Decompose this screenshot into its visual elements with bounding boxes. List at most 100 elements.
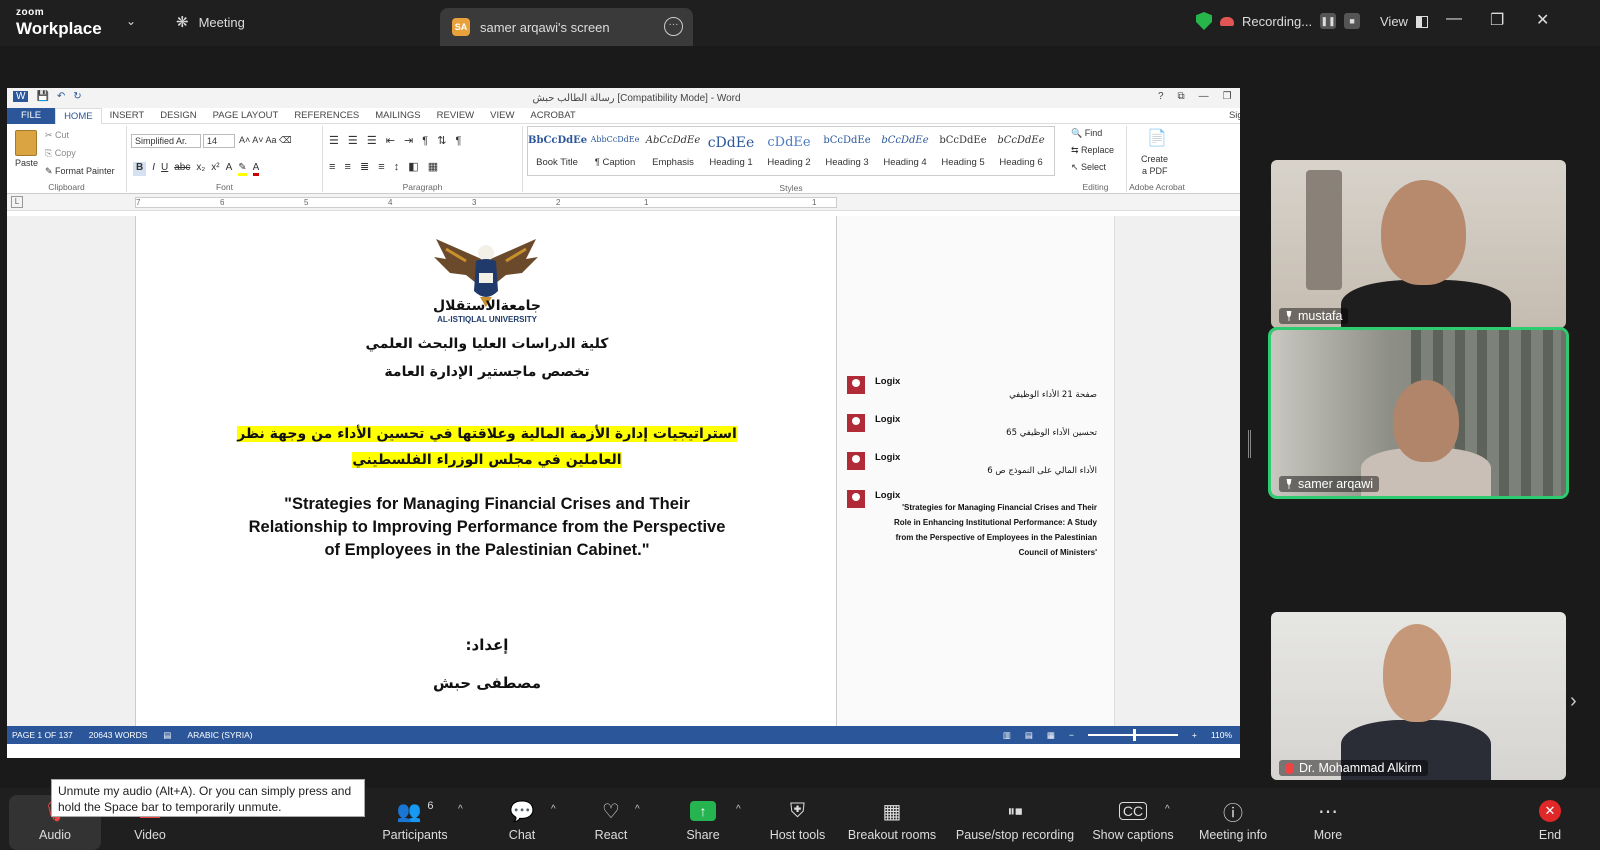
chevron-down-icon[interactable]: ⌄ [126, 14, 136, 28]
end-button[interactable]: ✕ End [1520, 798, 1580, 842]
comment-item[interactable]: Logix الأداء المالي على النموذج ص 6 [847, 452, 1107, 482]
text-effects-icon[interactable]: A [226, 162, 233, 176]
word-count[interactable]: 20643 WORDS [89, 730, 148, 740]
stop-recording-icon[interactable]: ■ [1344, 13, 1361, 29]
tab-view[interactable]: VIEW [482, 110, 522, 121]
font-color-icon[interactable]: A [252, 162, 260, 176]
read-mode-icon[interactable]: ▥ [1003, 730, 1011, 741]
video-tile-samer-arqawi[interactable]: samer arqawi [1268, 327, 1569, 499]
superscript-icon[interactable]: x² [211, 162, 219, 176]
share-button[interactable]: ↑ Share [673, 798, 733, 842]
tab-design[interactable]: DESIGN [152, 110, 204, 121]
zoom-in-icon[interactable]: + [1192, 730, 1197, 740]
paste-button[interactable]: Paste [15, 158, 38, 168]
create-pdf-label[interactable]: Create [1141, 154, 1168, 164]
alignment-icons[interactable]: ≡ ≡ ≣ ≡ ↕ ◧ ▦ [329, 160, 441, 173]
tab-review[interactable]: REVIEW [429, 110, 482, 121]
style-book-title[interactable]: BbCcDdEe Book Title [528, 127, 587, 175]
meeting-tab[interactable]: ❋ Meeting [176, 13, 245, 31]
style-caption[interactable]: AbbCcDdEe ¶ Caption [586, 127, 644, 175]
language-indicator[interactable]: ARABIC (SYRIA) [187, 730, 252, 740]
tab-home[interactable]: HOME [55, 107, 102, 124]
close-icon[interactable]: ✕ [1536, 10, 1549, 30]
select-button[interactable]: ↖ Select [1071, 162, 1106, 173]
subscript-icon[interactable]: x₂ [196, 162, 205, 176]
chevron-up-icon[interactable]: ^ [551, 804, 556, 815]
more-button[interactable]: ⋯ More [1298, 798, 1358, 843]
style-heading-3[interactable]: bCcDdEe Heading 3 [818, 127, 876, 175]
style-emphasis[interactable]: AbCcDdEe Emphasis [644, 127, 702, 175]
react-button[interactable]: ♡ React [581, 798, 641, 843]
style-heading-6[interactable]: bCcDdEe Heading 6 [992, 127, 1050, 175]
tab-file[interactable]: FILE [7, 107, 56, 124]
video-tile-mustafa[interactable]: mustafa [1271, 160, 1566, 328]
video-tile-dr-mohammad-alkirm[interactable]: Dr. Mohammad Alkirm [1271, 612, 1566, 780]
tab-stop-icon[interactable]: L [11, 196, 23, 208]
view-button[interactable]: View [1380, 14, 1428, 29]
proofing-icon[interactable]: ▤ [163, 730, 171, 741]
chat-button[interactable]: 💬 Chat [492, 798, 552, 843]
underline-icon[interactable]: U [161, 162, 168, 176]
zoom-out-icon[interactable]: − [1069, 730, 1074, 740]
zoom-level[interactable]: 110% [1211, 730, 1232, 740]
font-size-select[interactable]: 14 [203, 134, 235, 148]
style-heading-5[interactable]: bCcDdEe Heading 5 [934, 127, 992, 175]
cut-button[interactable]: ✂ Cut [45, 130, 69, 141]
copy-button[interactable]: ⎘ Copy [45, 148, 76, 159]
breakout-rooms-button[interactable]: ▦ Breakout rooms [843, 798, 941, 843]
tab-mailings[interactable]: MAILINGS [367, 110, 428, 121]
word-minimize-icon[interactable]: — [1199, 91, 1209, 102]
print-layout-icon[interactable]: ▤ [1025, 730, 1033, 741]
chevron-up-icon[interactable]: ^ [458, 804, 463, 815]
horizontal-ruler[interactable]: L 7 6 5 4 3 2 1 1 [7, 194, 1266, 211]
chevron-up-icon[interactable]: ^ [1165, 804, 1170, 815]
web-layout-icon[interactable]: ▦ [1047, 730, 1055, 741]
restore-icon[interactable]: ❐ [1490, 10, 1504, 30]
redo-icon[interactable]: ↻ [73, 91, 81, 102]
tab-page-layout[interactable]: PAGE LAYOUT [205, 110, 287, 121]
italic-icon[interactable]: I [152, 162, 155, 176]
next-page-arrow-icon[interactable]: › [1570, 690, 1577, 713]
style-heading-1[interactable]: cDdEe Heading 1 [702, 127, 760, 175]
minimize-icon[interactable]: — [1446, 10, 1462, 28]
replace-button[interactable]: ⇆ Replace [1071, 145, 1114, 156]
find-button[interactable]: 🔍 Find [1071, 128, 1102, 139]
bold-icon[interactable]: B [133, 162, 147, 176]
pause-recording-icon[interactable]: ❚❚ [1320, 13, 1337, 29]
comment-item[interactable]: Logix تحسين الأداء الوظيفي 65 [847, 414, 1107, 444]
strikethrough-icon[interactable]: abc [174, 162, 190, 176]
font-name-select[interactable]: Simplified Ar. [131, 134, 201, 148]
ribbon-display-icon[interactable]: ⧉ [1178, 91, 1185, 102]
zoom-slider[interactable] [1087, 729, 1178, 741]
list-indent-icons[interactable]: ☰ ☰ ☰ ⇤ ⇥ ¶ ⇅ ¶ [329, 134, 464, 147]
style-heading-4[interactable]: bCcDdEe Heading 4 [876, 127, 934, 175]
undo-icon[interactable]: ↶ [57, 91, 65, 102]
format-painter-button[interactable]: ✎ Format Painter [45, 166, 115, 177]
shared-screen-tab[interactable]: SA samer arqawi's screen ··· [440, 8, 693, 46]
participants-button[interactable]: 👥 6 Participants [370, 798, 460, 842]
tab-references[interactable]: REFERENCES [286, 110, 367, 121]
chevron-up-icon[interactable]: ^ [736, 804, 741, 815]
zoom-workplace-logo[interactable]: zoom Workplace [16, 8, 102, 38]
tab-insert[interactable]: INSERT [102, 110, 153, 121]
document-page[interactable]: جامعةالاستقلال AL-ISTIQLAL UNIVERSITY كل… [135, 216, 837, 726]
chevron-up-icon[interactable]: ^ [635, 804, 640, 815]
save-icon[interactable]: 💾 [36, 91, 48, 102]
help-icon[interactable]: ? [1158, 91, 1164, 102]
security-shield-icon[interactable] [1196, 12, 1212, 30]
word-restore-icon[interactable]: ❐ [1223, 91, 1232, 102]
host-tools-button[interactable]: ⛨ Host tools [760, 798, 835, 843]
meeting-info-button[interactable]: ⓘ Meeting info [1193, 798, 1273, 843]
comment-item[interactable]: Logix صفحة 21 الأداء الوظيفي [847, 376, 1107, 406]
grow-shrink-font-icon[interactable]: A˄ A˅ Aa ⌫ [239, 135, 292, 146]
comment-item[interactable]: Logix 'Strategies for Managing Financial… [847, 490, 1107, 570]
highlight-icon[interactable]: ✎ [238, 162, 247, 176]
more-options-icon[interactable]: ··· [664, 17, 683, 36]
pause-stop-recording-button[interactable]: ⏸⏹ Pause/stop recording [950, 798, 1080, 843]
tab-acrobat[interactable]: ACROBAT [522, 110, 583, 121]
panel-splitter-handle[interactable] [1248, 430, 1251, 458]
page-count[interactable]: PAGE 1 OF 137 [12, 730, 73, 740]
paste-icon[interactable] [15, 130, 37, 156]
style-heading-2[interactable]: cDdEe Heading 2 [760, 127, 818, 175]
create-pdf-icon[interactable]: 📄 [1147, 128, 1167, 148]
